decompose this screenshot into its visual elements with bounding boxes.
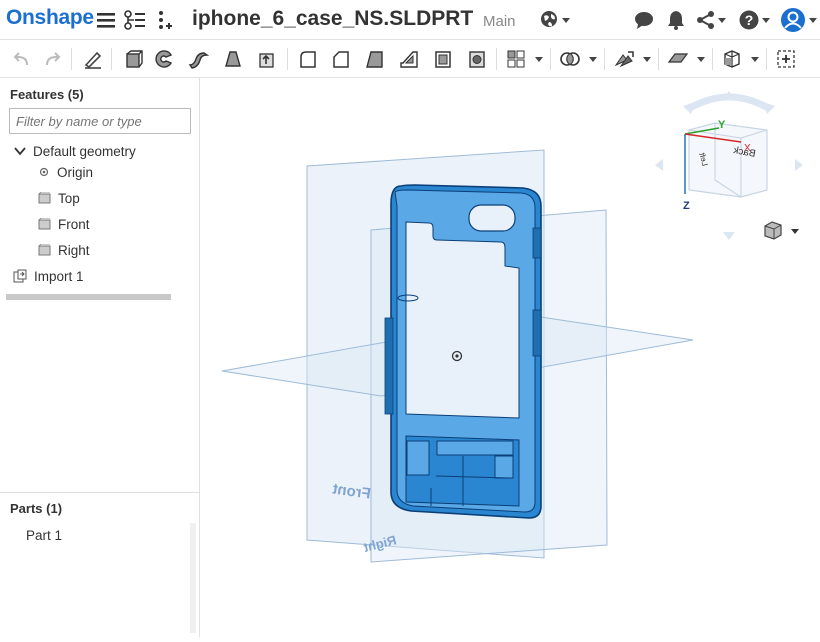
hole-icon[interactable]: [465, 47, 489, 71]
share-icon[interactable]: [694, 8, 728, 32]
features-title: Features (5): [10, 87, 84, 102]
comment-icon[interactable]: [632, 8, 656, 32]
globe-icon[interactable]: [538, 8, 572, 32]
pattern-icon[interactable]: [504, 47, 528, 71]
loft-icon[interactable]: [221, 47, 245, 71]
feature-item-right[interactable]: Right: [38, 240, 90, 260]
rotate-left-icon[interactable]: [655, 159, 663, 171]
boolean-icon[interactable]: [558, 47, 582, 71]
feature-item-origin[interactable]: Origin: [38, 162, 93, 182]
roll-arc[interactable]: [688, 93, 770, 112]
default-geometry-group[interactable]: Default geometry: [14, 141, 136, 161]
graphics-viewport[interactable]: Front Right Back Left Y X Z: [201, 78, 820, 637]
transform-dropdown-icon[interactable]: [640, 47, 654, 71]
workspace-label[interactable]: Main: [483, 13, 516, 30]
transform-icon[interactable]: [612, 47, 636, 71]
top-bar: Onshape iphone_6_case_NS.SLDPRT Main ?: [0, 0, 820, 40]
parts-title: Parts (1): [10, 501, 63, 516]
plane-dropdown-icon[interactable]: [694, 47, 708, 71]
plane-icon: [38, 218, 51, 230]
feature-toolbar: [0, 40, 820, 78]
plane-icon: [38, 192, 51, 204]
rib-icon[interactable]: [397, 47, 421, 71]
view-options-button[interactable]: [764, 221, 799, 240]
pattern-dropdown-icon[interactable]: [532, 47, 546, 71]
horizontal-scrollbar[interactable]: [6, 294, 171, 300]
mate-connector-dropdown-icon[interactable]: [748, 47, 762, 71]
user-icon[interactable]: [778, 8, 818, 32]
shell-icon[interactable]: [431, 47, 455, 71]
sweep-icon[interactable]: [187, 47, 211, 71]
part-item[interactable]: Part 1: [26, 525, 62, 545]
extrude-icon[interactable]: [121, 47, 145, 71]
fillet-icon[interactable]: [296, 47, 320, 71]
thicken-icon[interactable]: [255, 47, 279, 71]
part-label: Part 1: [26, 527, 63, 543]
panel-divider[interactable]: [0, 492, 200, 493]
help-icon[interactable]: ?: [736, 8, 772, 32]
3d-scene[interactable]: Front Right Back Left Y X Z: [201, 78, 820, 637]
document-title[interactable]: iphone_6_case_NS.SLDPRT: [192, 7, 473, 31]
feature-label-top: Top: [58, 190, 80, 206]
phone-case-model[interactable]: [384, 184, 542, 519]
draft-icon[interactable]: [363, 47, 387, 71]
feature-list-panel: Features (5) Default geometry Origin Top…: [0, 78, 200, 637]
chamfer-icon[interactable]: [329, 47, 353, 71]
branch-icon[interactable]: [154, 8, 178, 32]
axis-x-label: X: [744, 143, 751, 154]
mate-connector-icon[interactable]: [720, 47, 744, 71]
feature-item-import[interactable]: Import 1: [13, 266, 84, 286]
axis-z-label: Z: [683, 200, 690, 212]
origin-icon: [39, 167, 49, 177]
sketch-icon[interactable]: [81, 47, 105, 71]
filter-input[interactable]: [9, 108, 191, 134]
plane-icon: [38, 244, 51, 256]
feature-item-top[interactable]: Top: [38, 188, 80, 208]
feature-label-right: Right: [58, 242, 90, 258]
svg-text:?: ?: [744, 12, 753, 28]
view-options-dropdown-icon[interactable]: [791, 229, 799, 234]
import-icon: [13, 269, 27, 283]
rotate-down-icon[interactable]: [723, 232, 735, 240]
chevron-down-icon[interactable]: [14, 146, 26, 156]
notification-icon[interactable]: [664, 8, 688, 32]
view-cube[interactable]: Back Left Y X Z: [655, 91, 803, 240]
redo-icon[interactable]: [41, 47, 65, 71]
rotate-right-icon[interactable]: [795, 159, 803, 171]
undo-icon[interactable]: [9, 47, 33, 71]
menu-icon[interactable]: [94, 8, 118, 32]
default-geometry-label: Default geometry: [33, 143, 136, 159]
plane-icon[interactable]: [666, 47, 690, 71]
onshape-logo[interactable]: Onshape: [6, 6, 94, 30]
feature-label-origin: Origin: [57, 164, 94, 180]
feature-item-front[interactable]: Front: [38, 214, 90, 234]
add-custom-feature-icon[interactable]: [774, 47, 798, 71]
parts-scrollbar[interactable]: [190, 523, 196, 633]
feature-label-import: Import 1: [34, 268, 84, 284]
feature-label-front: Front: [58, 216, 90, 232]
axis-y-label: Y: [718, 119, 726, 131]
revolve-icon[interactable]: [153, 47, 177, 71]
boolean-dropdown-icon[interactable]: [586, 47, 600, 71]
versions-icon[interactable]: [123, 8, 147, 32]
